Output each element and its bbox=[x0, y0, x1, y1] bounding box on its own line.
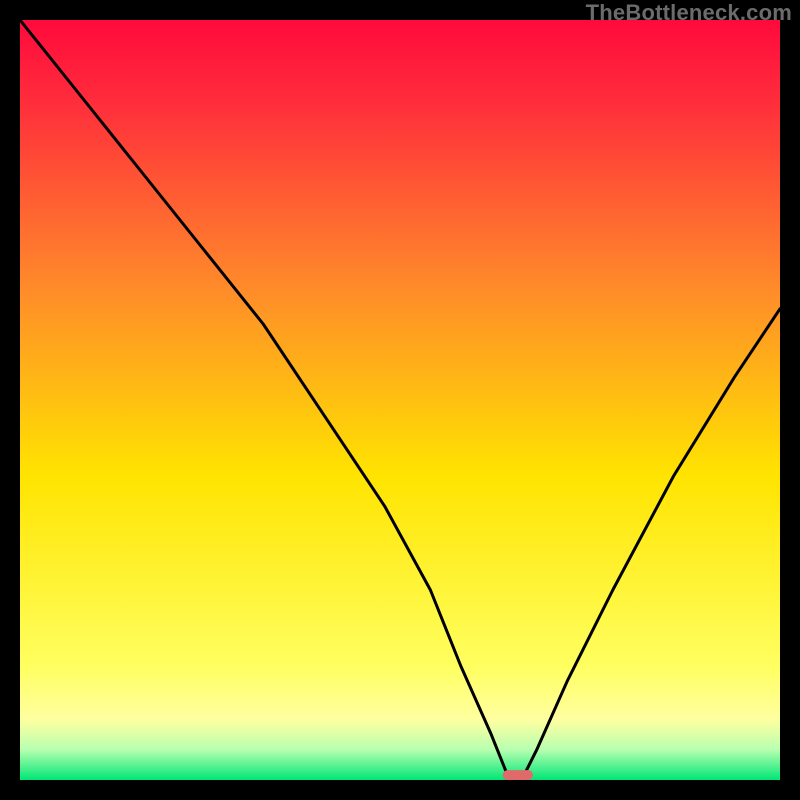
plot-area bbox=[20, 20, 780, 780]
chart-frame: TheBottleneck.com bbox=[0, 0, 800, 800]
chart-svg bbox=[20, 20, 780, 780]
optimal-marker bbox=[503, 770, 533, 780]
gradient-background bbox=[20, 20, 780, 780]
